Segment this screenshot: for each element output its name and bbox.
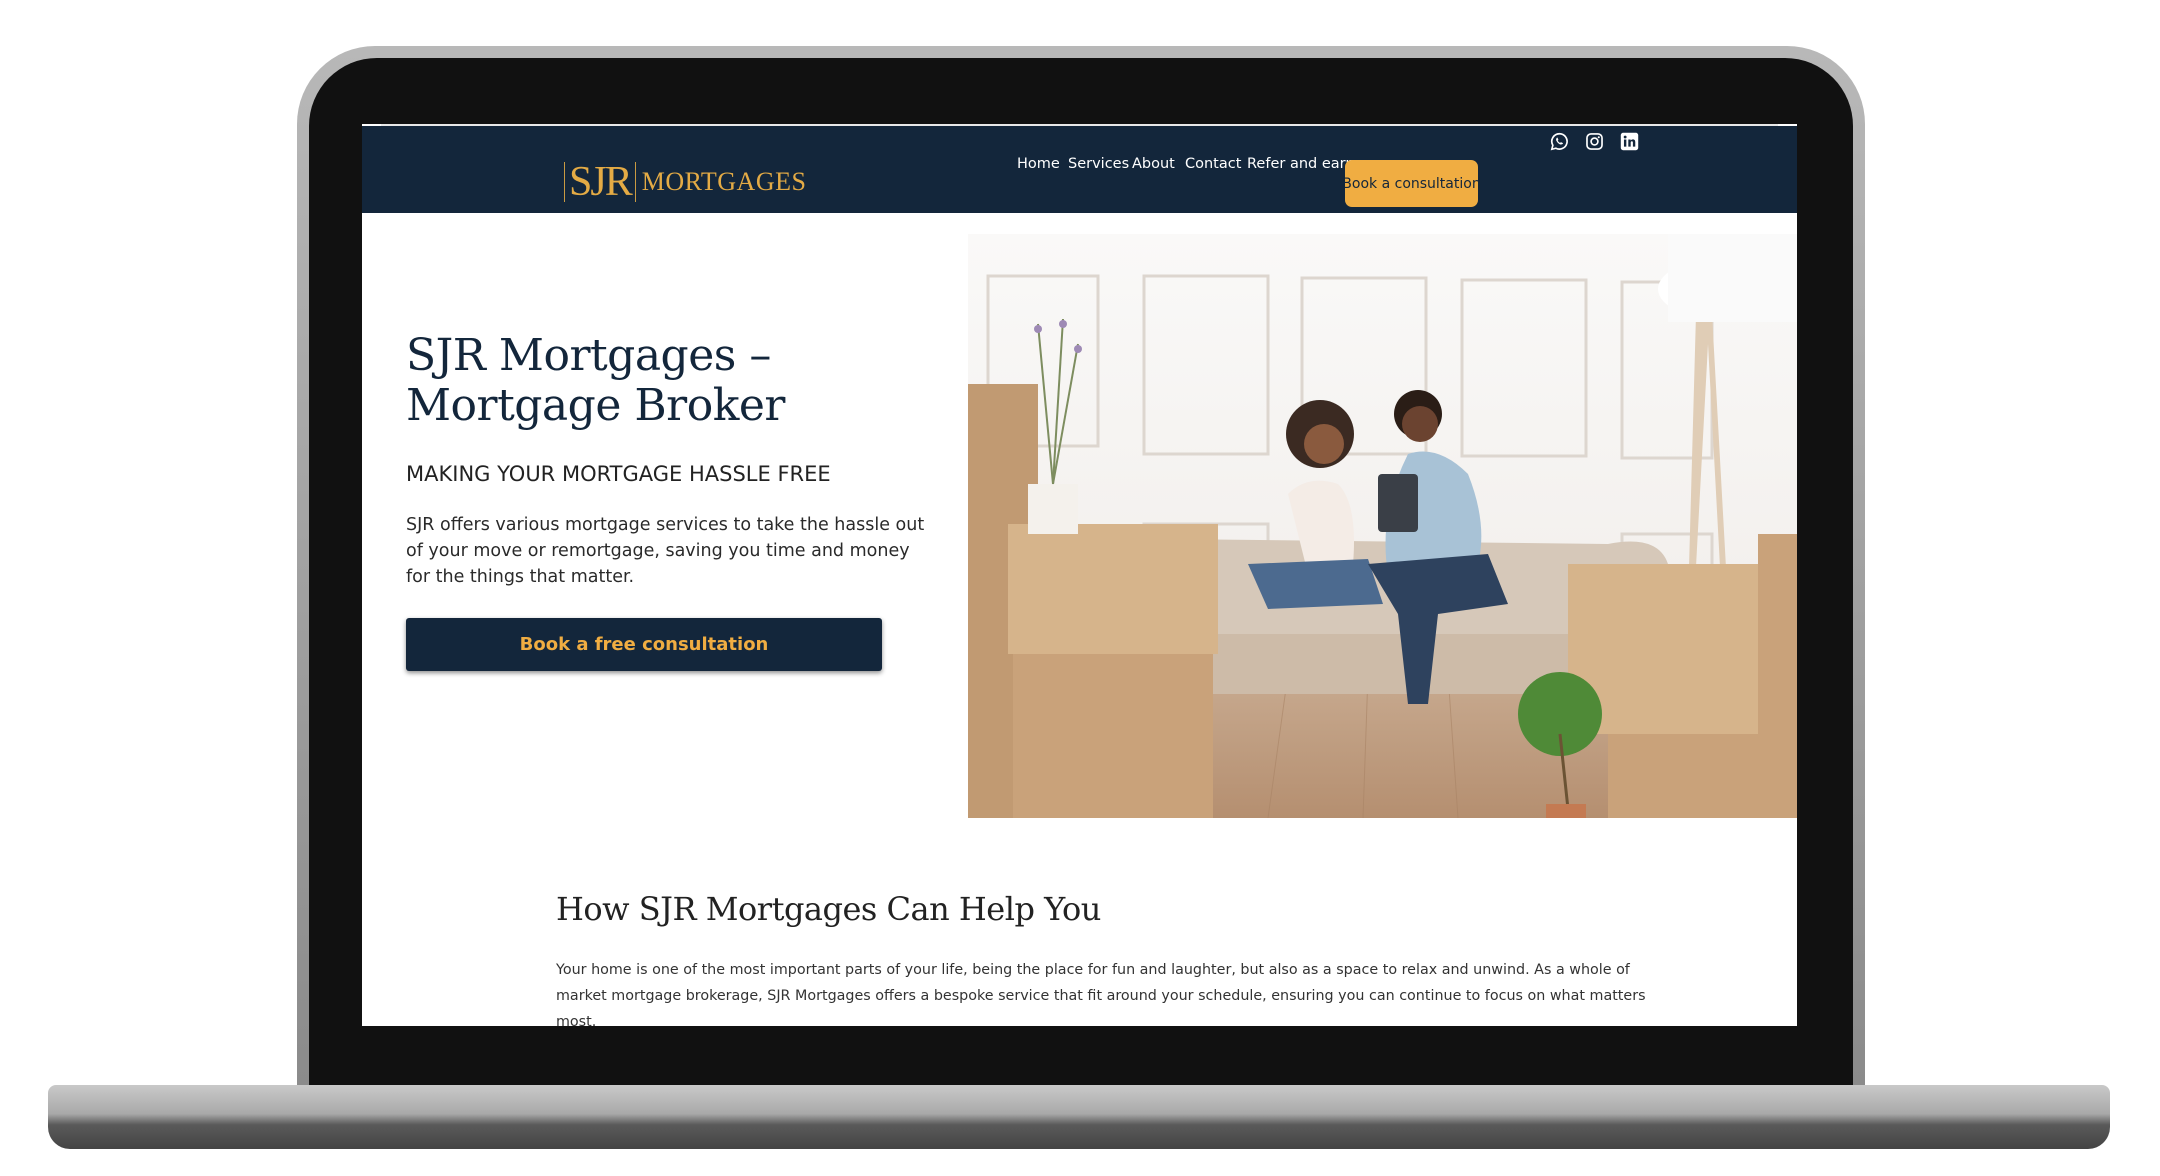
book-consultation-button[interactable]: Book a consultation bbox=[1342, 160, 1481, 207]
site-logo[interactable]: SJR MORTGAGES bbox=[564, 161, 807, 203]
hero-title: SJR Mortgages – Mortgage Broker bbox=[406, 331, 966, 431]
hero-title-line2: Mortgage Broker bbox=[406, 380, 785, 431]
logo-monogram: SJR bbox=[564, 161, 636, 203]
instagram-icon[interactable] bbox=[1585, 132, 1604, 151]
laptop-base bbox=[48, 1085, 2110, 1149]
site-header: SJR MORTGAGES Home Services About Contac… bbox=[362, 126, 1797, 213]
nav-contact[interactable]: Contact bbox=[1185, 156, 1241, 172]
whatsapp-icon[interactable] bbox=[1550, 132, 1569, 151]
book-free-consultation-button[interactable]: Book a free consultation bbox=[406, 618, 882, 671]
help-section-heading: How SJR Mortgages Can Help You bbox=[556, 890, 1101, 928]
nav-services[interactable]: Services bbox=[1068, 156, 1129, 172]
hero-subtitle: MAKING YOUR MORTGAGE HASSLE FREE bbox=[406, 462, 831, 486]
linkedin-icon[interactable] bbox=[1620, 132, 1639, 151]
hero-title-line1: SJR Mortgages – bbox=[406, 330, 771, 381]
hero-description: SJR offers various mortgage services to … bbox=[406, 515, 925, 587]
social-links bbox=[1550, 132, 1639, 151]
help-section-paragraph: Your home is one of the most important p… bbox=[556, 962, 1646, 1026]
nav-home[interactable]: Home bbox=[1017, 156, 1060, 172]
nav-about[interactable]: About bbox=[1132, 156, 1175, 172]
nav-refer-and-earn[interactable]: Refer and earn bbox=[1247, 156, 1355, 172]
logo-wordmark: MORTGAGES bbox=[641, 167, 807, 196]
browser-viewport: SJR MORTGAGES Home Services About Contac… bbox=[362, 124, 1797, 1026]
hero-image bbox=[968, 234, 1797, 818]
